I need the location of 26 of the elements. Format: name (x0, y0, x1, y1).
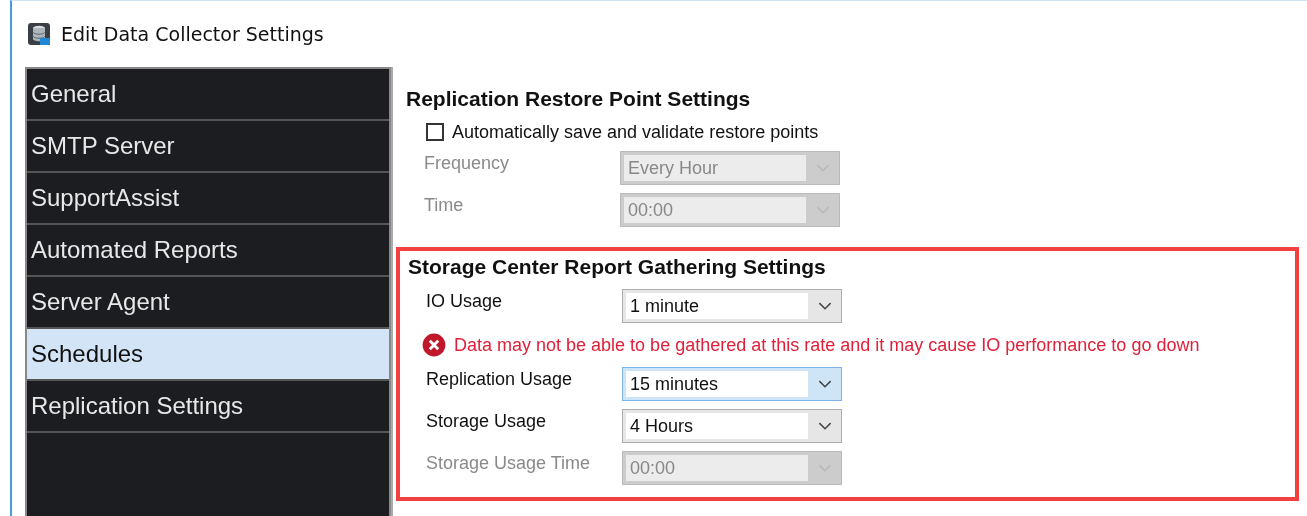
dropdown[interactable]: 15 minutes (622, 367, 842, 401)
checkbox-label: Automatically save and validate restore points (452, 121, 819, 143)
error-message: Data may not be able to be gathered at this rate and it may cause IO performance to go down (454, 334, 1200, 356)
chevron-down-icon (818, 421, 832, 431)
sidebar-item[interactable]: Schedules (27, 329, 389, 381)
sidebar-item[interactable]: Replication Settings (27, 381, 389, 433)
sidebar-item[interactable]: General (27, 69, 389, 121)
checkbox[interactable] (426, 123, 444, 141)
field-label: Frequency (424, 152, 511, 174)
field-label: Storage Usage Time (426, 452, 592, 474)
field-label: Replication Usage (426, 368, 574, 390)
dropdown[interactable]: 1 minute (622, 289, 842, 323)
sidebar-item[interactable]: SupportAssist (27, 173, 389, 225)
window-title: Edit Data Collector Settings (61, 23, 324, 45)
section-title: Storage Center Report Gathering Settings (408, 255, 827, 279)
section-title: Replication Restore Point Settings (406, 87, 752, 111)
error-icon (422, 333, 446, 357)
dropdown[interactable]: 4 Hours (622, 409, 842, 443)
field-label: Time (424, 194, 465, 216)
sidebar-item[interactable]: Automated Reports (27, 225, 389, 277)
chevron-down-icon (818, 379, 832, 389)
field-label: IO Usage (426, 290, 504, 312)
chevron-down-icon (818, 301, 832, 311)
field-label: Storage Usage (426, 410, 548, 432)
database-icon (27, 22, 51, 46)
sidebar-item[interactable]: SMTP Server (27, 121, 389, 173)
